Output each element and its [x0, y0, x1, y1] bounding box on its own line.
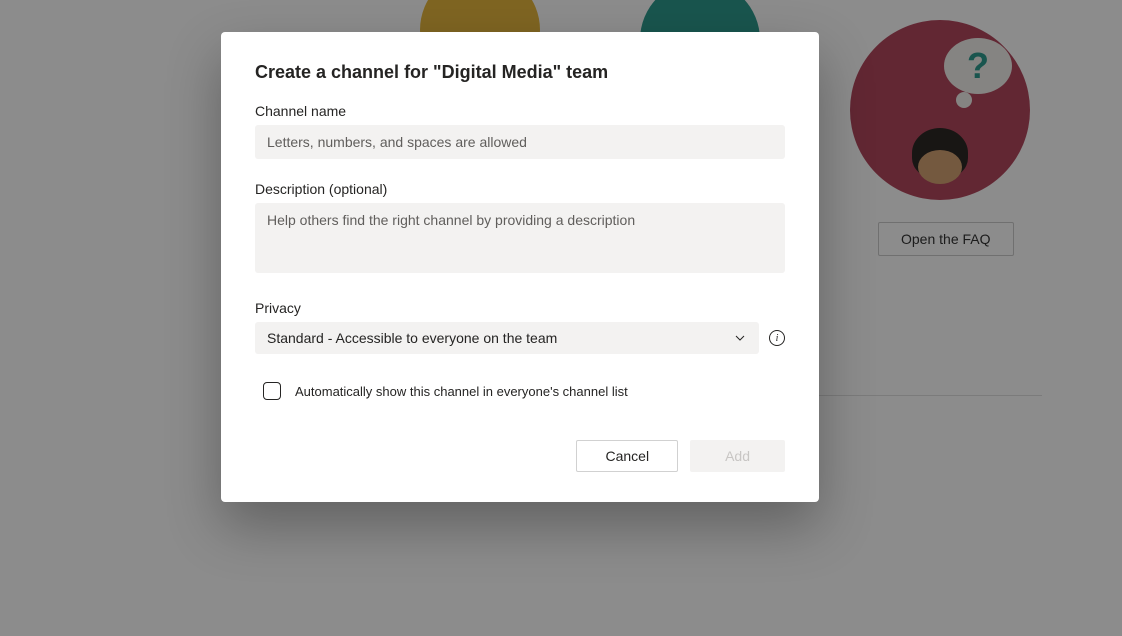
channel-name-field-group: Channel name — [255, 103, 785, 159]
description-input[interactable] — [255, 203, 785, 273]
description-field-group: Description (optional) — [255, 181, 785, 278]
auto-show-checkbox-row: Automatically show this channel in every… — [263, 382, 785, 400]
channel-name-label: Channel name — [255, 103, 785, 119]
description-label: Description (optional) — [255, 181, 785, 197]
add-button[interactable]: Add — [690, 440, 785, 472]
privacy-field-group: Privacy Standard - Accessible to everyon… — [255, 300, 785, 354]
privacy-label: Privacy — [255, 300, 785, 316]
dialog-button-row: Cancel Add — [255, 440, 785, 472]
chevron-down-icon — [733, 331, 747, 345]
privacy-select[interactable]: Standard - Accessible to everyone on the… — [255, 322, 759, 354]
create-channel-dialog: Create a channel for "Digital Media" tea… — [221, 32, 819, 502]
info-icon[interactable]: i — [769, 330, 785, 346]
privacy-selected-value: Standard - Accessible to everyone on the… — [267, 330, 557, 346]
auto-show-checkbox-label: Automatically show this channel in every… — [295, 384, 628, 399]
auto-show-checkbox[interactable] — [263, 382, 281, 400]
cancel-button[interactable]: Cancel — [576, 440, 678, 472]
dialog-title: Create a channel for "Digital Media" tea… — [255, 62, 785, 83]
channel-name-input[interactable] — [255, 125, 785, 159]
